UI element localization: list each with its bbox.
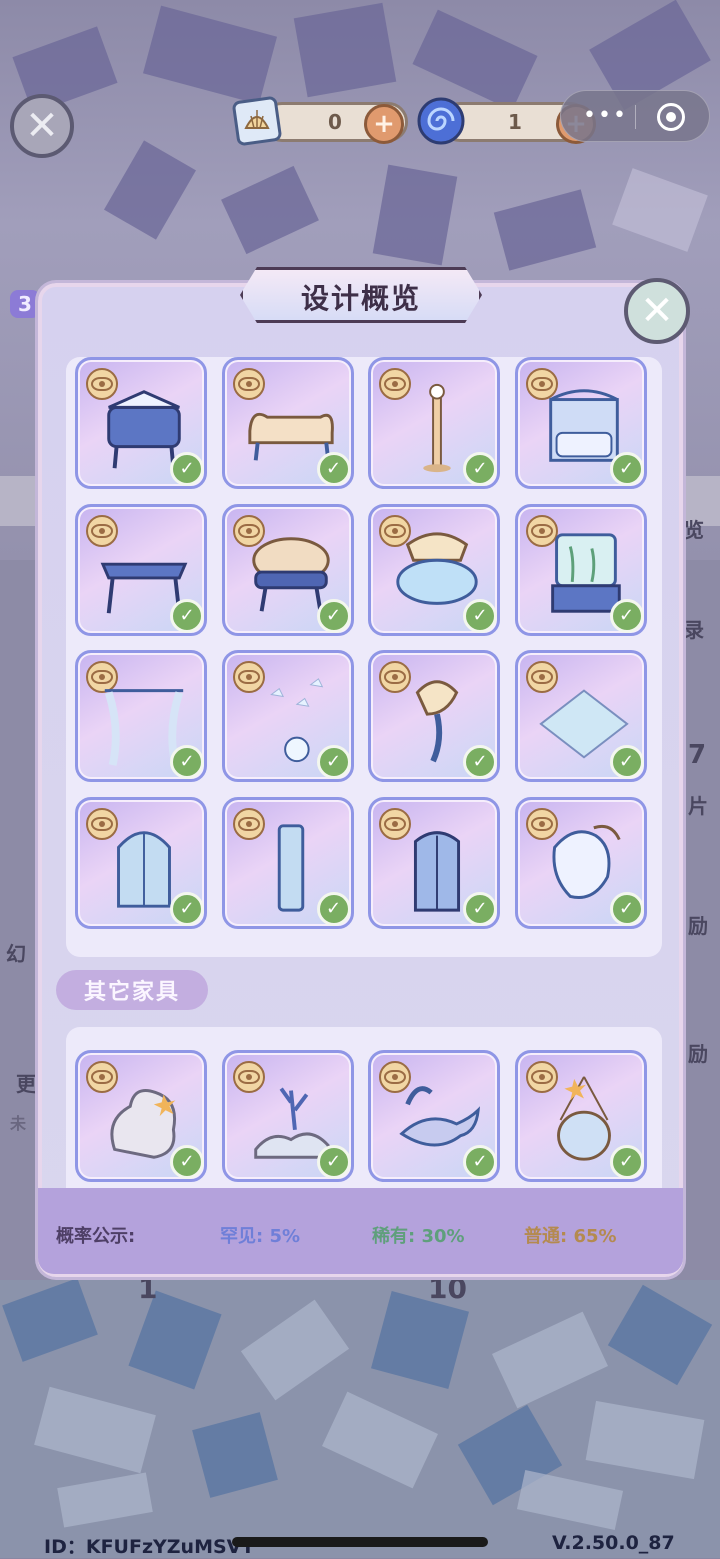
more-icon[interactable]: ••• (583, 103, 628, 128)
furniture-card-coral-reef[interactable]: ✓ (221, 1050, 354, 1182)
furniture-card-floor-lamp[interactable]: ✓ (368, 357, 500, 489)
check-glyph: ✓ (325, 897, 342, 919)
modal-close-button[interactable]: ✕ (624, 278, 690, 344)
probability-rare: 罕见: 5% (220, 1226, 301, 1247)
probability-common: 普通: 65% (524, 1226, 617, 1247)
owned-check-icon: ✓ (316, 1145, 351, 1179)
furniture-card-glass-door[interactable]: ✓ (368, 796, 500, 929)
probability-uncommon: 稀有: 30% (372, 1226, 465, 1247)
exit-target-icon[interactable] (657, 103, 685, 131)
furniture-card-glass-rug[interactable]: ✓ (514, 650, 647, 782)
owned-check-icon: ✓ (170, 598, 204, 633)
owned-check-icon: ✓ (463, 598, 497, 633)
furniture-card-conch-mirror[interactable]: ✓ (514, 796, 647, 929)
check-glyph: ✓ (325, 751, 342, 772)
check-glyph: ✓ (472, 604, 488, 626)
background-label: 更 (16, 1072, 36, 1096)
check-glyph: ✓ (179, 1151, 195, 1172)
background-level-badge: 3 (10, 290, 40, 318)
furniture-card-rock-sculpture[interactable]: ✓ (75, 1050, 207, 1182)
furniture-card-standing-mirror[interactable]: ✓ (221, 796, 354, 929)
shell-ticket-icon (232, 96, 282, 146)
owned-check-icon: ✓ (316, 891, 351, 926)
owned-check-icon: ✓ (609, 452, 644, 486)
owned-check-icon: ✓ (609, 745, 644, 779)
player-id: ID：KFUFzYZuMSVT (44, 1536, 255, 1558)
check-glyph: ✓ (618, 604, 635, 626)
furniture-card-shell-bathtub[interactable]: ✓ (368, 503, 500, 636)
check-glyph: ✓ (325, 604, 342, 626)
furniture-card-tufted-ottoman[interactable]: ✓ (221, 503, 354, 636)
furniture-card-whale-decor[interactable]: ✓ (368, 1050, 500, 1182)
furniture-card-chaise-lounge[interactable]: ✓ (221, 357, 354, 489)
owned-check-icon: ✓ (463, 891, 497, 926)
check-glyph: ✓ (472, 751, 488, 772)
background-label: 励 (688, 1042, 708, 1066)
shell-ticket-value: 0 (328, 110, 342, 134)
check-glyph: ✓ (179, 897, 195, 919)
version-label: V.2.50.0_87 (552, 1532, 675, 1554)
mini-program-capsule: ••• (560, 90, 710, 142)
close-icon: ✕ (25, 103, 59, 149)
furniture-card-shell-vanity[interactable]: ✓ (75, 357, 207, 489)
check-glyph: ✓ (618, 1151, 635, 1172)
back-close-button[interactable]: ✕ (10, 94, 74, 158)
owned-check-icon: ✓ (609, 891, 644, 926)
furniture-card-aquarium-cabinet[interactable]: ✓ (514, 503, 647, 636)
background-label: 览 (684, 518, 704, 542)
background-label: 励 (688, 914, 708, 938)
home-indicator (232, 1537, 488, 1547)
close-icon: ✕ (640, 288, 674, 334)
probability-bar: 概率公示: 罕见: 5% 稀有: 30% 普通: 65% (38, 1188, 683, 1274)
owned-check-icon: ✓ (463, 452, 497, 486)
furniture-card-hanging-basket[interactable]: ✓ (514, 1050, 647, 1182)
owned-check-icon: ✓ (316, 598, 351, 633)
owned-check-icon: ✓ (170, 452, 204, 486)
owned-check-icon: ✓ (170, 745, 204, 779)
check-glyph: ✓ (472, 1151, 488, 1172)
background-label: 幻 (6, 942, 26, 966)
section-other-furniture: 其它家具 (56, 970, 208, 1010)
check-glyph: ✓ (618, 897, 635, 919)
probability-label: 概率公示: (56, 1226, 136, 1247)
owned-check-icon: ✓ (316, 452, 351, 486)
check-glyph: ✓ (325, 1151, 342, 1172)
check-glyph: ✓ (472, 897, 488, 919)
bg-shard (293, 2, 397, 98)
owned-check-icon: ✓ (609, 1145, 644, 1179)
furniture-card-canopy-bed[interactable]: ✓ (514, 357, 647, 489)
spiral-gem-icon (417, 97, 465, 145)
owned-check-icon: ✓ (170, 891, 204, 926)
furniture-card-sheer-curtains[interactable]: ✓ (75, 650, 207, 782)
background-label: 片 (688, 794, 708, 818)
spiral-gem-value: 1 (508, 110, 522, 134)
background-label: 7 (688, 740, 707, 770)
furniture-card-crystal-ball-fish[interactable]: ✓ (221, 650, 354, 782)
modal-title: 设计概览 (300, 282, 421, 315)
check-glyph: ✓ (179, 751, 195, 772)
check-glyph: ✓ (325, 458, 342, 479)
check-glyph: ✓ (472, 458, 488, 479)
check-glyph: ✓ (179, 458, 195, 479)
owned-check-icon: ✓ (609, 598, 644, 633)
modal-title-banner: 设计概览 (228, 265, 494, 325)
capsule-divider (635, 105, 636, 129)
check-glyph: ✓ (179, 604, 195, 626)
background-label: 录 (684, 618, 704, 642)
owned-check-icon: ✓ (463, 745, 497, 779)
add-shell-ticket-button[interactable]: + (364, 104, 404, 144)
owned-check-icon: ✓ (170, 1145, 204, 1179)
furniture-card-writing-desk[interactable]: ✓ (75, 503, 207, 636)
owned-check-icon: ✓ (463, 1145, 497, 1179)
furniture-card-shell-lamp[interactable]: ✓ (368, 650, 500, 782)
owned-check-icon: ✓ (316, 745, 351, 779)
furniture-card-arched-window[interactable]: ✓ (75, 796, 207, 929)
check-glyph: ✓ (618, 458, 635, 479)
background-label: 未 (10, 1114, 27, 1133)
plus-icon: + (373, 109, 395, 139)
check-glyph: ✓ (618, 751, 635, 772)
